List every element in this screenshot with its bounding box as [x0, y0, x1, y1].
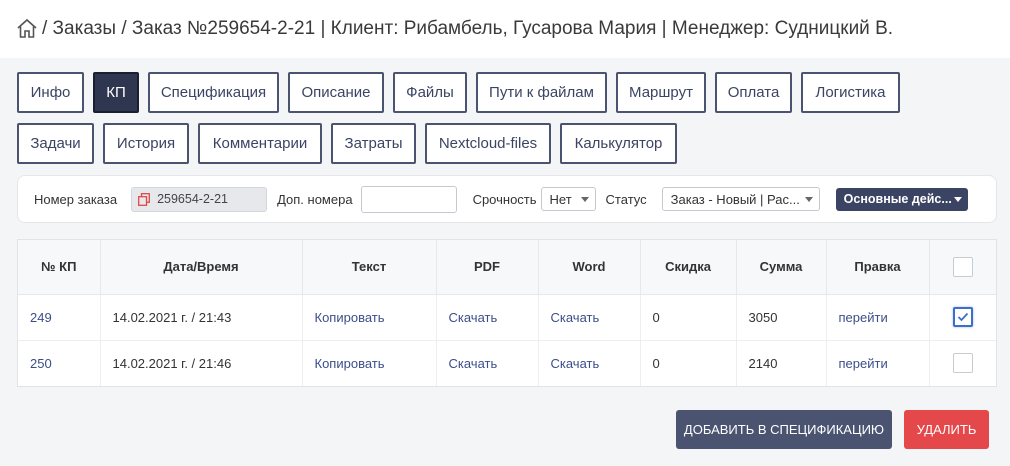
home-icon[interactable]	[16, 18, 38, 40]
discount-cell: 0	[640, 340, 737, 386]
discount-cell: 0	[640, 294, 737, 341]
tab-bar: Инфо КП Спецификация Описание Файлы Пути…	[17, 72, 997, 174]
chevron-down-icon	[953, 196, 962, 202]
order-number-value: 259654-2-21	[157, 192, 228, 206]
chevron-down-icon	[804, 197, 813, 202]
main-actions-label: Основные дейс...	[843, 192, 952, 206]
edit-link[interactable]: перейти	[826, 340, 930, 386]
status-select[interactable]: Заказ - Новый | Рас...	[661, 187, 820, 211]
select-all-checkbox[interactable]	[952, 256, 973, 277]
row-checkbox[interactable]	[952, 353, 973, 374]
tab-logistics[interactable]: Логистика	[801, 72, 900, 113]
download-pdf-link[interactable]: Скачать	[436, 294, 539, 341]
datetime-cell: 14.02.2021 г. / 21:46	[100, 340, 303, 386]
col-header-word[interactable]: Word	[538, 240, 641, 295]
breadcrumb-client: | Клиент: Рибамбель, Гусарова Мария	[320, 18, 657, 39]
checkmark-icon	[957, 312, 968, 322]
tab-file-paths[interactable]: Пути к файлам	[476, 72, 607, 113]
table-row: 249 14.02.2021 г. / 21:43 Копировать Ска…	[18, 294, 996, 341]
tab-nextcloud-files[interactable]: Nextcloud-files	[425, 123, 551, 164]
main-actions-dropdown[interactable]: Основные дейс...	[835, 187, 968, 211]
order-filter-bar: Номер заказа 259654-2-21 Доп. номера Сро…	[17, 175, 997, 223]
copy-icon[interactable]	[138, 192, 151, 206]
tab-tasks[interactable]: Задачи	[17, 123, 94, 164]
col-header-discount[interactable]: Скидка	[640, 240, 737, 295]
tab-history[interactable]: История	[103, 123, 189, 164]
delete-button[interactable]: УДАЛИТЬ	[904, 410, 989, 449]
tab-calculator[interactable]: Калькулятор	[560, 123, 677, 164]
tab-costs[interactable]: Затраты	[331, 123, 416, 164]
kp-number-link[interactable]: 249	[18, 294, 101, 341]
page-header: / Заказы / Заказ №259654-2-21 | Клиент: …	[0, 0, 1010, 58]
tab-description[interactable]: Описание	[288, 72, 384, 113]
urgency-label: Срочность	[472, 191, 537, 207]
col-header-text[interactable]: Текст	[302, 240, 437, 295]
status-label: Статус	[605, 191, 647, 207]
urgency-select[interactable]: Нет	[540, 187, 596, 211]
col-header-kp-number[interactable]: № КП	[18, 240, 101, 295]
edit-link[interactable]: перейти	[826, 294, 930, 341]
download-word-link[interactable]: Скачать	[538, 294, 641, 341]
col-header-datetime[interactable]: Дата/Время	[100, 240, 303, 295]
breadcrumb-manager: | Менеджер: Судницкий В.	[661, 18, 894, 39]
table-row: 250 14.02.2021 г. / 21:46 Копировать Ска…	[18, 340, 996, 386]
extra-numbers-label: Доп. номера	[277, 191, 353, 207]
tab-payment[interactable]: Оплата	[715, 72, 792, 113]
kp-number-link[interactable]: 250	[18, 340, 101, 386]
row-select-cell	[929, 294, 996, 341]
breadcrumb: / Заказы / Заказ №259654-2-21 | Клиент: …	[42, 18, 893, 40]
table-header-row: № КП Дата/Время Текст PDF Word Скидка Су…	[18, 240, 996, 295]
tab-info[interactable]: Инфо	[17, 72, 84, 113]
col-header-edit[interactable]: Правка	[826, 240, 930, 295]
order-number-field: 259654-2-21	[131, 186, 268, 212]
order-number-label: Номер заказа	[34, 191, 118, 207]
copy-text-link[interactable]: Копировать	[302, 340, 437, 386]
tab-specification[interactable]: Спецификация	[148, 72, 279, 113]
status-value: Заказ - Новый | Рас...	[670, 191, 800, 207]
add-to-specification-button[interactable]: ДОБАВИТЬ В СПЕЦИФИКАЦИЮ	[676, 410, 892, 449]
extra-numbers-input[interactable]	[360, 185, 457, 213]
download-pdf-link[interactable]: Скачать	[436, 340, 539, 386]
datetime-cell: 14.02.2021 г. / 21:43	[100, 294, 303, 341]
copy-text-link[interactable]: Копировать	[302, 294, 437, 341]
download-word-link[interactable]: Скачать	[538, 340, 641, 386]
tab-kp[interactable]: КП	[93, 72, 139, 113]
breadcrumb-order[interactable]: / Заказ №259654-2-21	[121, 18, 315, 39]
col-header-select-all	[929, 240, 996, 295]
sum-cell: 3050	[736, 294, 827, 341]
kp-table: № КП Дата/Время Текст PDF Word Скидка Су…	[17, 239, 997, 387]
row-select-cell	[929, 340, 996, 386]
col-header-sum[interactable]: Сумма	[736, 240, 827, 295]
sum-cell: 2140	[736, 340, 827, 386]
row-checkbox[interactable]	[952, 307, 973, 327]
chevron-down-icon	[580, 197, 589, 202]
tab-comments[interactable]: Комментарии	[198, 123, 322, 164]
tab-files[interactable]: Файлы	[393, 72, 467, 113]
breadcrumb-orders[interactable]: / Заказы	[42, 18, 116, 39]
urgency-value: Нет	[549, 191, 572, 207]
tab-route[interactable]: Маршрут	[616, 72, 706, 113]
col-header-pdf[interactable]: PDF	[436, 240, 539, 295]
